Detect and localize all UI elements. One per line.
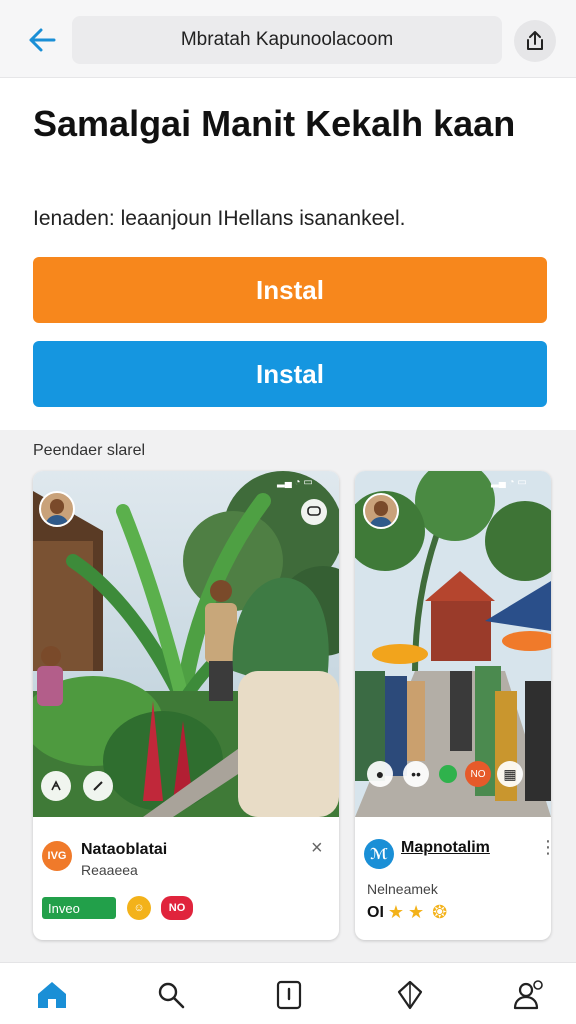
green-dot-icon — [439, 765, 457, 783]
share-button[interactable] — [514, 20, 556, 62]
diamond-icon — [397, 980, 423, 1010]
share-icon — [527, 31, 543, 50]
close-icon[interactable]: × — [311, 837, 323, 860]
page-subtitle: Ienaden: leaanjoun IHellans isanankeel. — [33, 207, 406, 230]
status-bar-icons: ▂▄ ◔ ▭ — [277, 477, 313, 488]
screenshot-image: ▂▄ ◔ ▭ ● •• NO ▦ — [355, 471, 551, 817]
emoji-badge-icon: ☺ — [127, 896, 151, 920]
red-badge-icon: NO — [161, 896, 193, 920]
screenshot-image: ▂▄ ◔ ▭ — [33, 471, 339, 817]
app-name: Mapnotalim — [401, 839, 490, 856]
search-icon — [158, 982, 185, 1009]
screenshot-card[interactable]: ▂▄ ◔ ▭ ● •• NO ▦ ℳ Mapnotalim ⋮ Nelneame… — [355, 471, 551, 940]
edit-icon[interactable] — [83, 771, 113, 801]
app-subtitle: Nelneamek — [367, 881, 438, 897]
screenshots-section: Peendaer slarel ▂▄ ◔ ▭ IVG Nataoblatai R… — [0, 430, 576, 962]
avatar — [39, 491, 75, 527]
install-button-primary[interactable]: Instal — [33, 257, 547, 323]
rating-prefix: ΟI — [367, 903, 384, 921]
bottom-navigation — [0, 962, 576, 1024]
profile-icon — [513, 980, 543, 1010]
more-icon[interactable]: ⋮ — [539, 837, 551, 858]
screenshot-card[interactable]: ▂▄ ◔ ▭ IVG Nataoblatai Reaaeea × Inveo ☺… — [33, 471, 339, 940]
dots-icon[interactable]: •• — [403, 761, 429, 787]
tag-label: Inveo — [48, 900, 80, 916]
home-icon — [38, 982, 66, 1008]
app-icon: IVG — [42, 841, 72, 871]
nav-search[interactable] — [153, 977, 189, 1013]
red-badge-icon[interactable]: NO — [465, 761, 491, 787]
app-name: Nataoblatai — [81, 841, 168, 858]
page-title: Samalgai Manit Kekalh kaan — [33, 103, 516, 144]
nav-home[interactable] — [34, 977, 70, 1013]
nav-diamond[interactable] — [392, 977, 428, 1013]
record-icon[interactable]: ● — [367, 761, 393, 787]
app-icon: ℳ — [364, 839, 394, 869]
badge-icon: ❂ — [432, 902, 448, 922]
nav-tabs[interactable] — [271, 977, 307, 1013]
arrow-left-icon — [29, 28, 56, 52]
pin-icon[interactable] — [41, 771, 71, 801]
app-subtitle: Reaaeea — [81, 862, 138, 878]
install-button-secondary[interactable]: Instal — [33, 341, 547, 407]
back-button[interactable] — [22, 22, 62, 58]
card-info: IVG Nataoblatai Reaaeea × Inveo ☺ NO — [33, 817, 339, 940]
address-bar[interactable]: Mbratah Kapunoolacoom — [72, 16, 502, 64]
browser-toolbar: Mbratah Kapunoolacoom — [0, 0, 576, 78]
card-info: ℳ Mapnotalim ⋮ Nelneamek ΟI ★★ ❂ — [355, 817, 551, 940]
chat-icon[interactable] — [301, 499, 327, 525]
section-label: Peendaer slarel — [33, 442, 146, 459]
status-badge: Inveo — [42, 897, 116, 919]
address-text: Mbratah Kapunoolacoom — [180, 29, 394, 50]
nav-profile[interactable] — [510, 977, 546, 1013]
star-rating-icon: ★★ — [387, 902, 429, 922]
rating-row: ΟI ★★ ❂ — [367, 902, 447, 923]
tabs-icon — [276, 980, 302, 1010]
grid-icon[interactable]: ▦ — [497, 761, 523, 787]
status-bar-icons: ▂▄ ◔ ▭ — [491, 477, 527, 488]
avatar — [363, 493, 399, 529]
